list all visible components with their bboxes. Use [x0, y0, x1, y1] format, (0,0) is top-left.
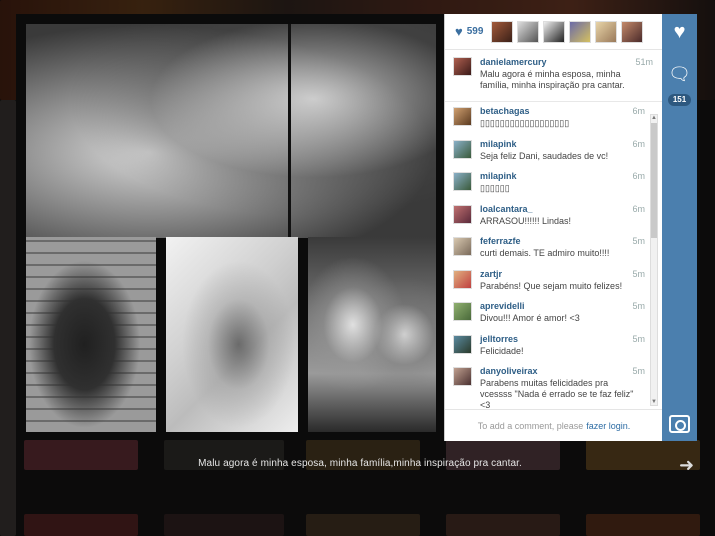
comment-username[interactable]: zartjr: [480, 269, 502, 279]
comment-text: Divou!!! Amor é amor! <3: [480, 313, 580, 323]
comment-time: 6m: [632, 138, 645, 149]
list-item: zartjr 5m Parabéns! Que sejam muito feli…: [445, 265, 663, 298]
comment-text: ▯▯▯▯▯▯▯▯▯▯▯▯▯▯▯▯▯▯: [480, 118, 570, 128]
list-item: danielamercury 51m Malu agora é minha es…: [445, 51, 663, 102]
list-item: milapink 6m Seja feliz Dani, saudades de…: [445, 135, 663, 168]
arrow-right-icon[interactable]: ➜: [679, 456, 697, 474]
avatar[interactable]: [453, 334, 472, 354]
avatar[interactable]: [453, 57, 472, 76]
avatar[interactable]: [491, 20, 514, 43]
comment-time: 5m: [632, 333, 645, 344]
comment-time: 5m: [632, 301, 645, 311]
comment-username[interactable]: feferrazfe: [480, 236, 521, 246]
comments-panel: ♥ 599 danielamercury 51m Malu agora é mi…: [444, 14, 663, 441]
comment-text: Parabens muitas felicidades pra vcessss …: [480, 378, 634, 409]
comment-time: 5m: [632, 366, 645, 376]
add-comment-text: To add a comment, please: [477, 420, 584, 431]
comment-time: 5m: [632, 268, 645, 279]
comment-username[interactable]: aprevidelli: [480, 301, 525, 311]
comment-username[interactable]: danyoliveirax: [480, 366, 538, 376]
scroll-down-icon[interactable]: ▼: [651, 399, 657, 405]
scrollbar-thumb[interactable]: [651, 123, 657, 238]
comment-text: ▯▯▯▯▯▯: [480, 183, 510, 193]
comment-time: 6m: [632, 171, 645, 181]
comment-text: ARRASOU!!!!!! Lindas!: [480, 215, 572, 226]
heart-icon[interactable]: ♥: [455, 24, 463, 39]
scroll-up-icon[interactable]: ▲: [651, 115, 657, 121]
list-item: danyoliveirax 5m Parabens muitas felicid…: [445, 362, 663, 409]
comment-username[interactable]: betachagas: [480, 106, 530, 116]
avatar[interactable]: [453, 172, 472, 191]
speech-bubble-icon[interactable]: 🗨: [667, 62, 692, 87]
comment-text: Parabéns! Que sejam muito felizes!: [480, 280, 623, 291]
list-item: milapink 6m ▯▯▯▯▯▯: [445, 167, 663, 200]
post-photo: [16, 14, 444, 440]
action-strip: ♥ 🗨 151: [662, 14, 697, 441]
avatar[interactable]: [595, 20, 618, 43]
comment-time: 5m: [632, 236, 645, 246]
comment-time: 51m: [635, 57, 653, 67]
photo-caption: Malu agora é minha esposa, minha família…: [198, 458, 522, 469]
photo-panel-hands: [166, 237, 298, 432]
list-item: betachagas 6m ▯▯▯▯▯▯▯▯▯▯▯▯▯▯▯▯▯▯: [445, 102, 663, 135]
comment-username[interactable]: jelltorres: [480, 334, 518, 344]
avatar[interactable]: [453, 269, 472, 289]
comment-username[interactable]: milapink: [480, 171, 517, 181]
likes-bar: ♥ 599: [445, 14, 662, 50]
avatar[interactable]: [453, 204, 472, 224]
add-comment-prompt: To add a comment, please fazer login.: [445, 409, 663, 441]
comment-time: 6m: [632, 106, 645, 116]
avatar[interactable]: [517, 20, 540, 43]
avatar[interactable]: [621, 20, 644, 43]
heart-icon[interactable]: ♥: [667, 20, 692, 45]
comment-username[interactable]: milapink: [480, 139, 517, 149]
likes-count[interactable]: 599: [467, 26, 484, 37]
camera-icon[interactable]: [669, 415, 690, 433]
avatar[interactable]: [569, 20, 592, 43]
photo-panel-main: [26, 24, 436, 238]
list-item: loalcantara_ 6m ARRASOU!!!!!! Lindas!: [445, 200, 663, 233]
avatar[interactable]: [453, 139, 472, 159]
photo-panel-wall: [26, 237, 156, 432]
comment-username[interactable]: danielamercury: [480, 57, 547, 67]
comment-text: curti demais. TE admiro muito!!!!: [480, 248, 610, 258]
avatar[interactable]: [453, 302, 472, 321]
avatar[interactable]: [453, 237, 472, 256]
comment-text: Felicidade!: [480, 345, 524, 356]
avatar[interactable]: [453, 107, 472, 126]
list-item: jelltorres 5m Felicidade!: [445, 330, 663, 363]
login-link[interactable]: fazer login.: [586, 421, 630, 431]
avatar[interactable]: [543, 20, 566, 43]
comment-text: Seja feliz Dani, saudades de vc!: [480, 150, 609, 161]
comment-count-badge: 151: [668, 94, 691, 106]
avatar[interactable]: [453, 367, 472, 386]
comment-time: 6m: [632, 203, 645, 214]
comments-scrollbar[interactable]: ▲ ▼: [650, 114, 658, 406]
comment-username[interactable]: loalcantara_: [480, 204, 533, 214]
photo-panel-couple: [308, 237, 436, 432]
list-item: feferrazfe 5m curti demais. TE admiro mu…: [445, 232, 663, 265]
comments-list: danielamercury 51m Malu agora é minha es…: [445, 51, 663, 409]
list-item: aprevidelli 5m Divou!!! Amor é amor! <3: [445, 297, 663, 330]
comment-text: Malu agora é minha esposa, minha família…: [480, 69, 625, 90]
